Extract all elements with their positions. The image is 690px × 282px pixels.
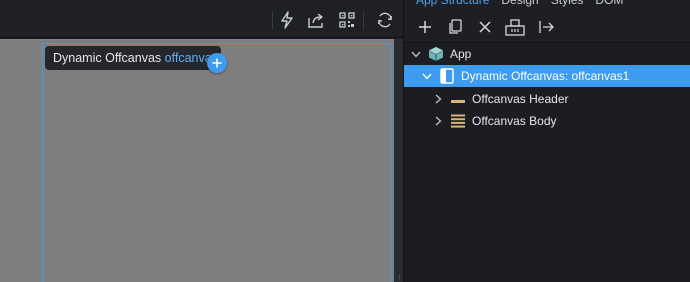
toolbar-divider (363, 12, 364, 30)
qr-code-icon[interactable] (334, 10, 360, 30)
element-label-tooltip: Dynamic Offcanvas offcanvas1 (45, 46, 221, 70)
panel-tabs: App Structure Design Styles DOM (404, 0, 623, 8)
structure-toolbar (404, 13, 690, 41)
chevron-right-icon[interactable] (432, 115, 444, 127)
export-icon[interactable] (536, 17, 558, 37)
canvas-scrollbar[interactable] (394, 39, 403, 282)
tree-item-offcanvas-body[interactable]: Offcanvas Body (404, 110, 690, 132)
resize-grip-icon[interactable]: ⋮ (396, 275, 403, 282)
offcanvas-selection-outline[interactable] (42, 43, 391, 282)
tree-item-app[interactable]: App (404, 43, 690, 65)
share-icon[interactable] (303, 10, 329, 30)
tab-dom[interactable]: DOM (595, 0, 623, 8)
plus-icon (212, 58, 222, 68)
add-element-button[interactable] (207, 53, 227, 73)
tree-item-offcanvas-header[interactable]: Offcanvas Header (404, 88, 690, 110)
plus-icon[interactable] (414, 17, 436, 37)
refresh-icon[interactable] (372, 10, 398, 30)
chevron-right-icon[interactable] (432, 93, 444, 105)
lightning-icon[interactable] (274, 10, 300, 30)
header-icon (450, 91, 466, 107)
tab-design[interactable]: Design (501, 0, 538, 8)
tree-item-label: Dynamic Offcanvas: offcanvas1 (461, 69, 630, 83)
tree-item-label: Offcanvas Body (472, 114, 557, 128)
tab-styles[interactable]: Styles (551, 0, 584, 8)
app-structure-panel: App Structure Design Styles DOM App Dyna… (403, 0, 690, 282)
duplicate-icon[interactable] (444, 17, 466, 37)
toolbar-divider (272, 12, 273, 30)
tree-item-label: App (450, 47, 472, 61)
element-type: Dynamic Offcanvas (53, 51, 162, 65)
chevron-down-icon[interactable] (410, 48, 422, 60)
offcanvas-icon (439, 68, 455, 84)
cube-icon (428, 46, 444, 62)
wrap-icon[interactable] (504, 17, 526, 37)
tab-app-structure[interactable]: App Structure (416, 0, 489, 8)
design-area: ⋮ Dynamic Offcanvas offcanvas1 (0, 0, 403, 282)
canvas-toolbar (0, 0, 403, 38)
close-icon[interactable] (474, 17, 496, 37)
chevron-down-icon[interactable] (421, 70, 433, 82)
structure-tree: App Dynamic Offcanvas: offcanvas1 Offcan… (404, 42, 690, 282)
tree-item-label: Offcanvas Header (472, 92, 569, 106)
body-icon (450, 113, 466, 129)
tree-item-dynamic-offcanvas[interactable]: Dynamic Offcanvas: offcanvas1 (404, 65, 690, 87)
